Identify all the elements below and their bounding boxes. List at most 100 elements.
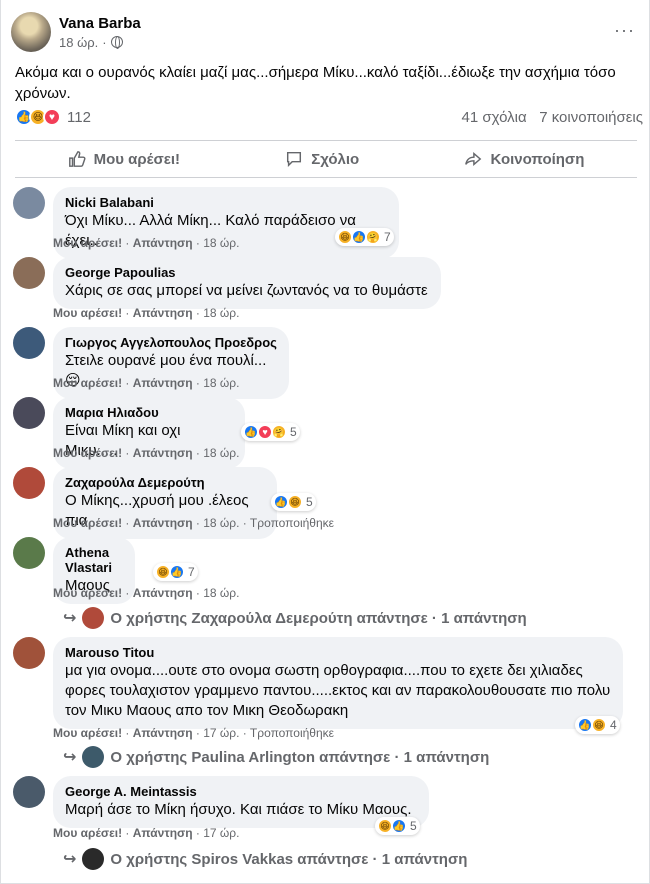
comment-reactions[interactable]: 👍 ♥ 🤗 5: [241, 423, 300, 441]
post-stats: 👍 😆 ♥ 112 41 σχόλια 7 κοινοποιήσεις: [15, 108, 643, 126]
comment-meta: Μου αρέσει! · Απάντηση · 18 ώρ.: [53, 376, 240, 390]
post-author[interactable]: Vana Barba: [59, 15, 141, 32]
divider: [15, 140, 637, 141]
reaction-count: 7: [384, 230, 391, 244]
comment-like-link[interactable]: Μου αρέσει!: [53, 826, 122, 840]
comment-time[interactable]: 18 ώρ.: [203, 306, 239, 320]
comment-like-link[interactable]: Μου αρέσει!: [53, 236, 122, 250]
post-counts: 41 σχόλια 7 κοινοποιήσεις: [462, 109, 643, 126]
comment-reply-link[interactable]: Απάντηση: [133, 826, 193, 840]
replies-summary: Ο χρήστης Spiros Vakkas απάντησε · 1 απά…: [110, 850, 468, 868]
shares-count[interactable]: 7 κοινοποιήσεις: [539, 109, 643, 126]
commenter-name[interactable]: Nicki Balabani: [65, 195, 387, 210]
comment-time[interactable]: 18 ώρ.: [203, 376, 239, 390]
comment-reply-link[interactable]: Απάντηση: [133, 236, 193, 250]
comment-like-link[interactable]: Μου αρέσει!: [53, 306, 122, 320]
care-reaction-icon: 🤗: [365, 229, 381, 245]
more-options-button[interactable]: ···: [614, 20, 635, 41]
reaction-count: 5: [290, 425, 297, 439]
post-text: Ακόμα και ο ουρανός κλαίει μαζί μας...σή…: [15, 64, 616, 102]
post-time[interactable]: 18 ώρ.: [59, 35, 98, 50]
commenter-name[interactable]: Marouso Titou: [65, 645, 611, 660]
replies-summary: Ο χρήστης Paulina Arlington απάντησε · 1…: [110, 748, 490, 766]
commenter-name[interactable]: Μαρια Ηλιαδου: [65, 405, 233, 420]
commenter-name[interactable]: Ζαχαρούλα Δεμερούτη: [65, 475, 265, 490]
reaction-count: 7: [188, 565, 195, 579]
edited-label: Τροποποιήθηκε: [249, 726, 334, 740]
view-replies-link[interactable]: ↪ Ο χρήστης Spiros Vakkas απάντησε · 1 α…: [63, 848, 467, 870]
comment-time[interactable]: 18 ώρ.: [203, 446, 239, 460]
comment-reactions[interactable]: 😆 👍 7: [153, 563, 198, 581]
commenter-name[interactable]: George Papoulias: [65, 265, 429, 280]
commenter-avatar[interactable]: [13, 776, 45, 808]
comment-like-link[interactable]: Μου αρέσει!: [53, 376, 122, 390]
comment-reply-link[interactable]: Απάντηση: [133, 306, 193, 320]
divider: [15, 177, 637, 178]
comment-like-link[interactable]: Μου αρέσει!: [53, 586, 122, 600]
author-avatar[interactable]: [11, 12, 51, 52]
commenter-avatar[interactable]: [13, 397, 45, 429]
comment-bubble: George A. Meintassis Μαρή άσε το Μίκη ήσ…: [53, 776, 429, 828]
facebook-post: Vana Barba 18 ώρ. · ··· Ακόμα και ο ουρα…: [0, 0, 650, 884]
comment-time[interactable]: 17 ώρ.: [203, 826, 239, 840]
reply-arrow-icon: ↪: [63, 749, 77, 766]
love-reaction-icon: ♥: [43, 108, 61, 126]
view-replies-link[interactable]: ↪ Ο χρήστης Ζαχαρούλα Δεμερούτη απάντησε…: [63, 607, 527, 629]
commenter-avatar[interactable]: [13, 327, 45, 359]
comment-text: Μαρή άσε το Μίκη ήσυχο. Και πιάσε το Μίκ…: [65, 801, 412, 818]
replier-avatar: [82, 607, 105, 629]
view-replies-link[interactable]: ↪ Ο χρήστης Paulina Arlington απάντησε ·…: [63, 746, 489, 768]
comment-time[interactable]: 18 ώρ.: [203, 586, 239, 600]
comment-icon: [287, 151, 302, 168]
comment-reactions[interactable]: 👍 😆 4: [575, 716, 620, 734]
comment-reply-link[interactable]: Απάντηση: [133, 376, 193, 390]
like-button[interactable]: Μου αρέσει!: [68, 150, 180, 168]
share-icon: [465, 152, 482, 166]
comment-like-link[interactable]: Μου αρέσει!: [53, 516, 122, 530]
comment-text-content: Στειλε ουρανέ μου ένα πουλί...: [65, 352, 267, 369]
comment-time[interactable]: 18 ώρ.: [203, 236, 239, 250]
commenter-avatar[interactable]: [13, 257, 45, 289]
comment-reply-link[interactable]: Απάντηση: [133, 446, 193, 460]
comment-meta: Μου αρέσει! · Απάντηση · 18 ώρ.: [53, 306, 240, 320]
edited-label: Τροποποιήθηκε: [249, 516, 334, 530]
share-button[interactable]: Κοινοποίηση: [464, 150, 584, 168]
comment-bubble: Marouso Titou μα για ονομα....ουτε στο ο…: [53, 637, 623, 729]
comments-count[interactable]: 41 σχόλια: [462, 109, 527, 126]
commenter-avatar[interactable]: [13, 637, 45, 669]
comment-meta: Μου αρέσει! · Απάντηση · 17 ώρ.: [53, 826, 240, 840]
like-reaction-icon: 👍: [169, 564, 185, 580]
comment-bubble: George Papoulias Χάρις σε σας μπορεί να …: [53, 257, 441, 309]
haha-reaction-icon: 😆: [287, 494, 303, 510]
comment-time[interactable]: 17 ώρ.: [203, 726, 239, 740]
care-reaction-icon: 🤗: [271, 424, 287, 440]
globe-icon: [110, 36, 123, 49]
comment-like-link[interactable]: Μου αρέσει!: [53, 446, 122, 460]
post-header-text: Vana Barba 18 ώρ. ·: [59, 15, 141, 50]
commenter-name[interactable]: Γιωργος Αγγελοπουλος Προεδρος: [65, 335, 277, 350]
comment-reply-link[interactable]: Απάντηση: [133, 726, 193, 740]
comment-reactions[interactable]: 😆 👍 🤗 7: [335, 228, 394, 246]
commenter-avatar[interactable]: [13, 187, 45, 219]
comment-reactions[interactable]: 👍 😆 5: [271, 493, 316, 511]
commenter-avatar[interactable]: [13, 537, 45, 569]
comment-time[interactable]: 18 ώρ.: [203, 516, 239, 530]
thumbs-up-icon: [68, 151, 86, 167]
reaction-count: 4: [610, 718, 617, 732]
comment-meta: Μου αρέσει! · Απάντηση · 18 ώρ. · Τροποπ…: [53, 516, 334, 530]
haha-reaction-icon: 😆: [591, 717, 607, 733]
comment-reply-link[interactable]: Απάντηση: [133, 586, 193, 600]
commenter-avatar[interactable]: [13, 467, 45, 499]
commenter-name[interactable]: George A. Meintassis: [65, 784, 417, 799]
comment-text: μα για ονομα....ουτε στο ονομα σωστη ορθ…: [65, 662, 611, 719]
reaction-summary[interactable]: 👍 😆 ♥ 112: [15, 108, 91, 126]
replies-summary: Ο χρήστης Ζαχαρούλα Δεμερούτη απάντησε ·…: [110, 609, 527, 627]
comment-reactions[interactable]: 😆 👍 5: [375, 817, 420, 835]
comment-like-link[interactable]: Μου αρέσει!: [53, 726, 122, 740]
commenter-name[interactable]: Athena Vlastari: [65, 545, 123, 575]
comment-reply-link[interactable]: Απάντηση: [133, 516, 193, 530]
separator-dot: ·: [102, 34, 107, 50]
like-label: Μου αρέσει!: [93, 150, 180, 168]
comment-button[interactable]: Σχόλιο: [285, 150, 359, 168]
reply-arrow-icon: ↪: [63, 610, 77, 627]
